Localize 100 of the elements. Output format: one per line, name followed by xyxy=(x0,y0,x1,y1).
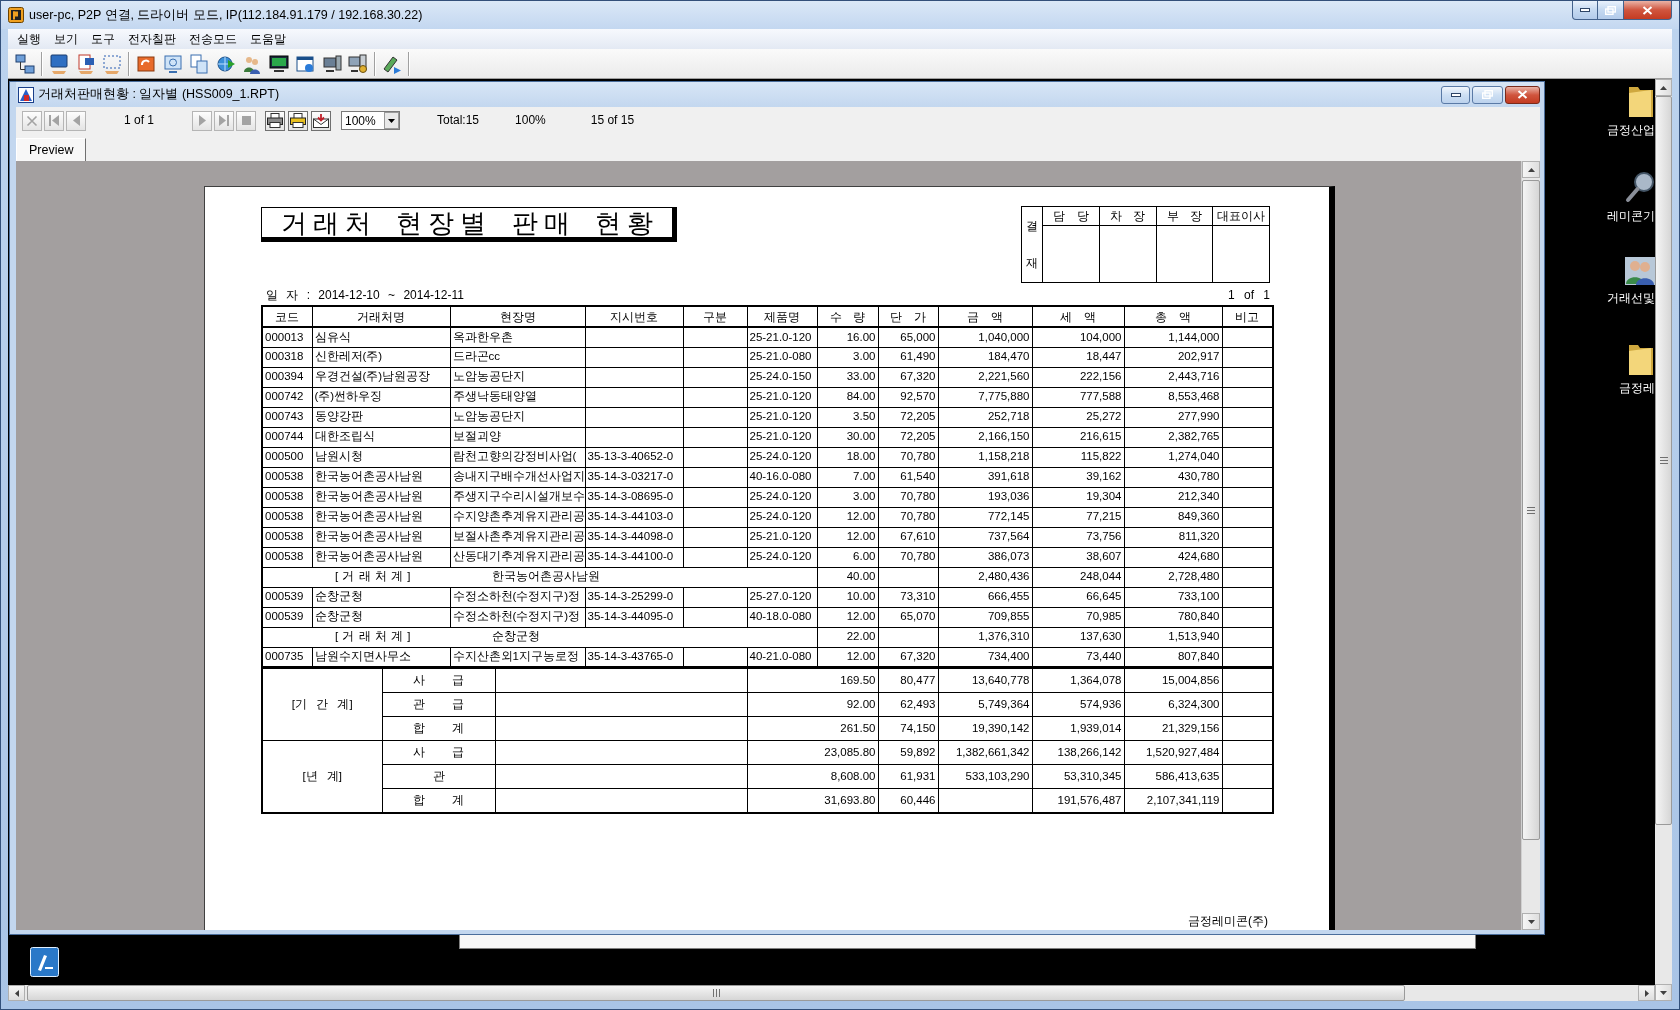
table-cell: 한국농어촌공사남원 xyxy=(312,467,450,487)
caret-left-icon xyxy=(14,989,19,997)
table-cell: 30.00 xyxy=(817,427,878,447)
table-cell: 3.00 xyxy=(817,347,878,367)
column-header: 총 액 xyxy=(1124,306,1222,327)
menu-item[interactable]: 전자칠판 xyxy=(121,31,182,47)
maximize-button[interactable] xyxy=(1598,1,1624,20)
table-cell: 386,073 xyxy=(938,547,1032,567)
table-cell: 산동대기추계유지관리공 xyxy=(450,547,585,567)
computers-icon[interactable] xyxy=(15,53,35,74)
maximize-button[interactable] xyxy=(1472,85,1503,104)
print-setup-button[interactable] xyxy=(288,110,308,131)
table-cell: 80,477 xyxy=(878,668,938,693)
column-header: 담 당 xyxy=(1042,206,1100,226)
monitor-icon[interactable] xyxy=(49,53,69,74)
table-cell: 35-14-3-08695-0 xyxy=(585,487,683,507)
table-cell: 25,272 xyxy=(1032,407,1124,427)
table-cell: 동양강판 xyxy=(312,407,450,427)
menu-item[interactable]: 도움말 xyxy=(243,31,292,47)
table-cell: 25-21.0-120 xyxy=(747,387,817,407)
close-button[interactable] xyxy=(1624,1,1672,20)
printer-icon xyxy=(267,113,283,128)
scroll-thumb[interactable] xyxy=(27,985,1405,1001)
table-cell: 138,266,142 xyxy=(1032,740,1124,765)
scroll-thumb[interactable] xyxy=(1522,180,1540,840)
table-cell: 35-14-3-44100-0 xyxy=(585,547,683,567)
table-cell: 73,310 xyxy=(878,587,938,607)
refresh-icon[interactable] xyxy=(136,53,156,74)
row-label: 합 계 xyxy=(382,716,495,741)
table-cell: 70,780 xyxy=(878,447,938,467)
zoom-dropdown[interactable]: 100% xyxy=(341,111,400,130)
table-cell: 수정소하천(수정지구)정 xyxy=(450,607,585,627)
copy-icon[interactable] xyxy=(189,53,209,74)
table-cell: 35-14-3-44095-0 xyxy=(585,607,683,627)
table-cell: 780,840 xyxy=(1124,607,1222,627)
table-cell: 61,490 xyxy=(878,347,938,367)
table-cell: 2,728,480 xyxy=(1124,567,1222,587)
scroll-down-button[interactable] xyxy=(1522,913,1540,930)
table-cell: 3.50 xyxy=(817,407,878,427)
scroll-down-button[interactable] xyxy=(1655,984,1672,1001)
scroll-right-button[interactable] xyxy=(1638,985,1655,1001)
column-header: 제품명 xyxy=(747,306,817,327)
table-cell: 65,000 xyxy=(878,327,938,347)
minimize-button[interactable] xyxy=(1572,1,1598,20)
vertical-scrollbar[interactable] xyxy=(1655,79,1672,1001)
horizontal-scrollbar[interactable] xyxy=(8,985,1655,1001)
table-cell: 2,480,436 xyxy=(938,567,1032,587)
table-cell: 115,822 xyxy=(1032,447,1124,467)
record-count: 15 of 15 xyxy=(590,113,635,128)
column-header: 부 장 xyxy=(1156,206,1213,226)
minimize-button[interactable] xyxy=(1441,85,1470,104)
table-cell: 1,376,310 xyxy=(938,627,1032,647)
tab[interactable]: Preview xyxy=(16,138,87,161)
program-icon[interactable] xyxy=(30,947,59,977)
approval-label: 재 xyxy=(1026,256,1038,271)
magnifier-icon[interactable] xyxy=(1625,171,1655,203)
table-cell: 16.00 xyxy=(817,327,878,347)
menu-item[interactable]: 도구 xyxy=(84,31,121,47)
first-page-icon xyxy=(49,115,59,126)
menu-item[interactable]: 전송모드 xyxy=(182,31,243,47)
table-cell: 000539 xyxy=(262,587,312,607)
print-button[interactable] xyxy=(265,110,285,131)
people-icon[interactable] xyxy=(1625,257,1655,285)
table-cell: 35-13-3-40652-0 xyxy=(585,447,683,467)
table-cell: 212,340 xyxy=(1124,487,1222,507)
window-icon[interactable] xyxy=(295,53,315,74)
table-cell: 277,990 xyxy=(1124,407,1222,427)
menu-item[interactable]: 보기 xyxy=(47,31,84,47)
scroll-left-button[interactable] xyxy=(8,985,25,1001)
zoom-level: 100% xyxy=(515,113,546,128)
table-cell: 53,310,345 xyxy=(1032,764,1124,789)
computer-icon[interactable] xyxy=(321,53,342,74)
table-cell: 40-16.0-080 xyxy=(747,467,817,487)
close-button[interactable] xyxy=(1505,85,1540,104)
menu-item[interactable]: 실행 xyxy=(10,31,47,47)
table-cell: 216,615 xyxy=(1032,427,1124,447)
grip-icon xyxy=(712,989,720,997)
table-cell: 1,520,927,484 xyxy=(1124,740,1222,765)
computer-icon[interactable] xyxy=(348,53,368,74)
table-cell: 5,749,364 xyxy=(938,692,1032,717)
export-button[interactable] xyxy=(311,110,331,131)
folder-icon[interactable] xyxy=(1627,343,1655,375)
approval-label: 결 xyxy=(1026,218,1038,233)
scroll-up-button[interactable] xyxy=(1655,79,1672,96)
table-cell: 2,221,560 xyxy=(938,367,1032,387)
table-cell: 000538 xyxy=(262,507,312,527)
folder-icon[interactable] xyxy=(1627,85,1655,117)
globe-icon[interactable] xyxy=(215,53,236,74)
table-cell: 84.00 xyxy=(817,387,878,407)
scroll-up-button[interactable] xyxy=(1522,161,1540,178)
table-cell: 73,756 xyxy=(1032,527,1124,547)
table-cell: 72,205 xyxy=(878,427,938,447)
document-icon[interactable] xyxy=(75,53,96,74)
monitor-icon[interactable] xyxy=(268,53,289,74)
scroll-thumb[interactable] xyxy=(1655,96,1672,825)
table-cell: 193,036 xyxy=(938,487,1032,507)
table-cell: 70,780 xyxy=(878,507,938,527)
table-cell: 66,645 xyxy=(1032,587,1124,607)
vertical-scrollbar[interactable] xyxy=(1521,161,1540,930)
table-cell: 70,985 xyxy=(1032,607,1124,627)
